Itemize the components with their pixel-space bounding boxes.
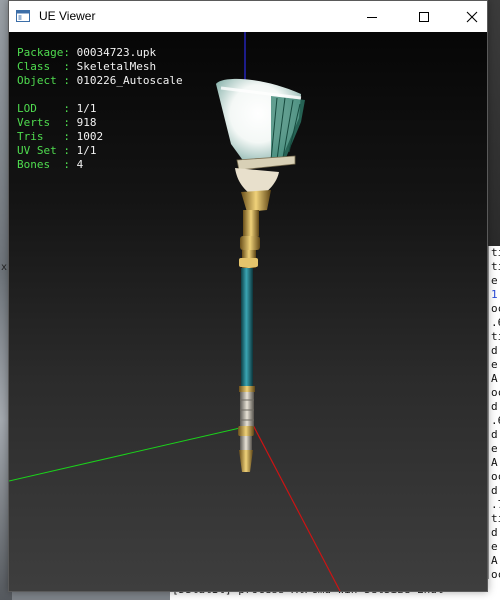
info-bones: Bones : 4 (17, 158, 183, 172)
console-line: d (491, 400, 498, 413)
info-lod-value: 1/1 (76, 102, 97, 115)
info-class-label: Class : (17, 60, 70, 73)
console-line: ti (491, 246, 500, 259)
console-line: d (491, 344, 498, 357)
info-bones-value: 4 (76, 158, 84, 171)
minimize-button[interactable] (349, 1, 395, 32)
info-uvset: UV Set : 1/1 (17, 144, 183, 158)
close-icon (466, 11, 478, 22)
info-class-value: SkeletalMesh (76, 60, 157, 73)
console-line: ti (491, 512, 500, 525)
axis-y-line (9, 424, 254, 482)
console-line: 1 (491, 288, 498, 301)
console-line: .6 (491, 414, 500, 427)
console-line: .6 (491, 316, 500, 329)
desktop-mark: x (1, 262, 8, 273)
info-object-label: Object : (17, 74, 70, 87)
console-line: A (491, 554, 498, 567)
info-lod: LOD : 1/1 (17, 102, 183, 116)
info-class: Class : SkeletalMesh (17, 60, 183, 74)
mesh-info-overlay: Package: 00034723.upk Class : SkeletalMe… (17, 46, 183, 172)
window-title: UE Viewer (39, 9, 96, 23)
close-button[interactable] (449, 1, 495, 32)
console-line: A (491, 456, 498, 469)
maximize-icon (419, 11, 429, 22)
info-lod-label: LOD : (17, 102, 70, 115)
console-line: e (491, 358, 498, 371)
console-line: oc (491, 386, 500, 399)
console-line: oc (491, 470, 500, 483)
axis-x-line (252, 424, 341, 591)
3d-viewport[interactable]: Package: 00034723.upk Class : SkeletalMe… (9, 32, 487, 591)
info-verts-label: Verts : (17, 116, 70, 129)
info-uvset-label: UV Set : (17, 144, 70, 157)
broom-collar (235, 168, 279, 268)
maximize-button[interactable] (401, 1, 447, 32)
info-object-value: 010226_Autoscale (76, 74, 183, 87)
console-lines: titie1oc.6tideAocd.6deAocd.7tideAocd.e (489, 246, 500, 600)
console-line: d (491, 428, 498, 441)
broom-grip (238, 386, 255, 472)
console-line: oc (491, 302, 500, 315)
broom-bristles (216, 78, 305, 166)
info-package: Package: 00034723.upk (17, 46, 183, 60)
console-line: d (491, 526, 498, 539)
console-line: .7 (491, 498, 500, 511)
console-line: A (491, 372, 498, 385)
info-bones-label: Bones : (17, 158, 70, 171)
info-tris-label: Tris : (17, 130, 70, 143)
info-package-value: 00034723.upk (76, 46, 157, 59)
info-object: Object : 010226_Autoscale (17, 74, 183, 88)
info-package-label: Package: (17, 46, 70, 59)
console-line: e (491, 442, 498, 455)
info-verts-value: 918 (76, 116, 97, 129)
title-bar[interactable]: UE Viewer (9, 1, 487, 32)
broom-shaft (241, 268, 253, 388)
info-tris-value: 1002 (76, 130, 104, 143)
console-line: d (491, 484, 498, 497)
info-verts: Verts : 918 (17, 116, 183, 130)
info-uvset-value: 1/1 (76, 144, 97, 157)
console-line: ti (491, 260, 500, 273)
background-console-window: titie1oc.6tideAocd.6deAocd.7tideAocd.e (488, 246, 500, 600)
ue-viewer-window: UE Viewer Package: 00034723.upk Class: … (8, 0, 488, 592)
app-window-icon (16, 10, 30, 22)
info-tris: Tris : 1002 (17, 130, 183, 144)
console-line: e (491, 540, 498, 553)
console-line: ti (491, 330, 500, 343)
minimize-icon (367, 16, 377, 18)
console-line: e (491, 274, 498, 287)
